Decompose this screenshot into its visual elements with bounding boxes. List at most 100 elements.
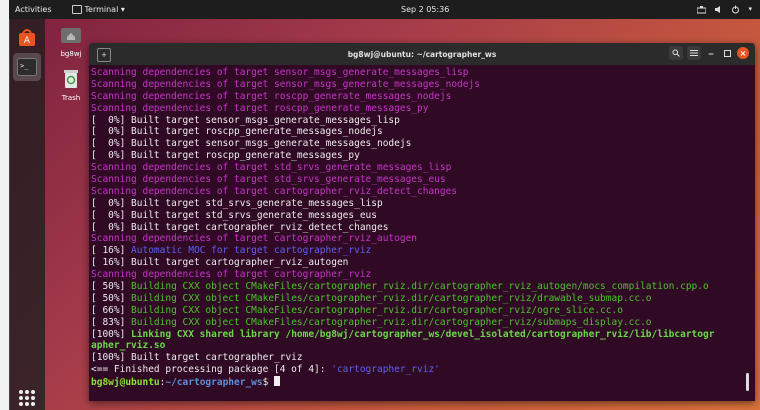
scrollbar-thumb[interactable] — [746, 373, 749, 391]
terminal-line: Scanning dependencies of target std_srvs… — [91, 162, 747, 174]
minimize-button[interactable]: ‒ — [705, 47, 717, 59]
clock[interactable]: Sep 2 05:36 — [401, 5, 449, 14]
grid-dot-icon — [19, 396, 23, 400]
terminal-line-text: Scanning dependencies of target std_srvs… — [91, 162, 452, 174]
maximize-button[interactable] — [721, 47, 733, 59]
grid-dot-icon — [19, 390, 23, 394]
volume-icon — [715, 6, 721, 13]
svg-text:A: A — [24, 36, 31, 46]
terminal-line-text: Scanning dependencies of target cartogra… — [91, 233, 418, 245]
terminal-line-text: Building CXX object CMakeFiles/cartograp… — [131, 316, 652, 328]
terminal-line: [ 0%] Built target std_srvs_generate_mes… — [91, 210, 747, 222]
terminal-line-text: [ 0%] Built target cartographer_rviz_det… — [91, 221, 389, 233]
progress-prefix: [ 83%] — [91, 316, 132, 328]
menu-button[interactable] — [687, 46, 701, 60]
terminal-line: [100%] Linking CXX shared library /home/… — [91, 329, 747, 341]
search-button[interactable] — [669, 46, 683, 60]
terminal-line: [ 0%] Built target sensor_msgs_generate_… — [91, 115, 747, 127]
dock-terminal[interactable]: >_ — [13, 53, 41, 81]
terminal-line: Scanning dependencies of target cartogra… — [91, 186, 747, 198]
terminal-line: [ 0%] Built target roscpp_generate_messa… — [91, 150, 747, 162]
progress-prefix: [ 16%] — [91, 245, 132, 257]
trash-label: Trash — [61, 94, 81, 102]
progress-prefix: [ 66%] — [91, 304, 132, 316]
terminal-line: [ 0%] Built target std_srvs_generate_mes… — [91, 198, 747, 210]
terminal-line-text: Scanning dependencies of target std_srvs… — [91, 174, 446, 186]
grid-dot-icon — [19, 402, 23, 406]
top-bar: Activities Terminal ▾ Sep 2 05:36 ▾ — [9, 0, 760, 19]
terminal-window[interactable]: + bg8wj@ubuntu: ~/cartographer_ws ‒ × Sc… — [89, 43, 755, 401]
terminal-app-icon — [71, 5, 82, 14]
terminal-line: [ 0%] Built target roscpp_generate_messa… — [91, 126, 747, 138]
desktop-home-folder[interactable]: bg8wj — [53, 24, 89, 58]
terminal-line: Scanning dependencies of target cartogra… — [91, 233, 747, 245]
terminal-output[interactable]: Scanning dependencies of target sensor_m… — [91, 67, 747, 388]
terminal-line: [100%] Built target cartographer_rviz — [91, 352, 747, 364]
new-tab-icon[interactable]: + — [97, 48, 111, 62]
terminal-line-text: Linking CXX shared library /home/bg8wj/c… — [131, 328, 715, 340]
window-title: bg8wj@ubuntu: ~/cartographer_ws — [347, 49, 497, 59]
terminal-line: [ 50%] Building CXX object CMakeFiles/ca… — [91, 293, 747, 305]
dock: A >_ — [9, 19, 45, 410]
system-menu-arrow-icon: ▾ — [748, 5, 752, 13]
terminal-line-text: Scanning dependencies of target cartogra… — [91, 269, 372, 281]
software-bag-icon: A — [19, 29, 35, 46]
grid-dot-icon — [25, 396, 29, 400]
svg-text:>_: >_ — [20, 62, 29, 70]
grid-dot-icon — [25, 390, 29, 394]
package-name: 'cartographer_rviz' — [331, 364, 440, 376]
terminal-line: apher_rviz.so — [91, 340, 747, 352]
terminal-line: [ 50%] Building CXX object CMakeFiles/ca… — [91, 281, 747, 293]
terminal-line-text: [ 0%] Built target std_srvs_generate_mes… — [91, 209, 377, 221]
show-applications-button[interactable] — [19, 390, 35, 406]
window-titlebar[interactable]: + bg8wj@ubuntu: ~/cartographer_ws ‒ × — [89, 43, 755, 65]
terminal-icon: >_ — [17, 58, 37, 76]
terminal-line-text: Building CXX object CMakeFiles/cartograp… — [131, 281, 709, 293]
trash-icon — [64, 70, 78, 88]
terminal-line-text: apher_rviz.so — [91, 340, 166, 352]
terminal-line-text: Building CXX object CMakeFiles/cartograp… — [131, 304, 623, 316]
terminal-line: Scanning dependencies of target roscpp_g… — [91, 103, 747, 115]
terminal-line: <== Finished processing package [4 of 4]… — [91, 364, 747, 376]
terminal-prompt[interactable]: bg8wj@ubuntu:~/cartographer_ws$ — [91, 376, 747, 388]
dock-software-center[interactable]: A — [13, 23, 41, 51]
terminal-line-text: [ 0%] Built target std_srvs_generate_mes… — [91, 197, 383, 209]
close-button[interactable]: × — [737, 47, 749, 59]
grid-dot-icon — [25, 402, 29, 406]
grid-dot-icon — [31, 396, 35, 400]
terminal-line-text: [ 0%] Built target roscpp_generate_messa… — [91, 150, 360, 162]
power-icon — [732, 5, 740, 14]
prompt-path: ~/cartographer_ws — [165, 377, 263, 389]
app-menu[interactable]: Terminal ▾ — [71, 5, 125, 14]
progress-prefix: [ 50%] — [91, 292, 132, 304]
activities-button[interactable]: Activities — [15, 5, 52, 14]
terminal-line: [ 66%] Building CXX object CMakeFiles/ca… — [91, 305, 747, 317]
terminal-line: Scanning dependencies of target roscpp_g… — [91, 91, 747, 103]
terminal-line: [ 16%] Built target cartographer_rviz_au… — [91, 257, 747, 269]
desktop-trash[interactable]: Trash — [53, 68, 89, 102]
terminal-line: [ 0%] Built target sensor_msgs_generate_… — [91, 138, 747, 150]
terminal-line-text: Automatic MOC for target cartographer_rv… — [131, 245, 372, 257]
terminal-line-text: [ 16%] Built target cartographer_rviz_au… — [91, 257, 349, 269]
terminal-line: [ 83%] Building CXX object CMakeFiles/ca… — [91, 317, 747, 329]
system-tray[interactable]: ▾ — [697, 5, 752, 14]
terminal-line-text: [ 0%] Built target sensor_msgs_generate_… — [91, 114, 400, 126]
terminal-line-text: Scanning dependencies of target roscpp_g… — [91, 102, 429, 114]
terminal-line: Scanning dependencies of target cartogra… — [91, 269, 747, 281]
terminal-line: Scanning dependencies of target sensor_m… — [91, 67, 747, 79]
hamburger-icon — [690, 50, 698, 56]
terminal-line-text: Scanning dependencies of target sensor_m… — [91, 78, 480, 90]
terminal-line-text: Scanning dependencies of target roscpp_g… — [91, 90, 452, 102]
progress-prefix: [100%] — [91, 328, 132, 340]
grid-dot-icon — [31, 390, 35, 394]
text-cursor — [274, 376, 281, 387]
close-icon: × — [739, 48, 747, 58]
prompt-symbol: $ — [262, 377, 275, 389]
terminal-line-text: Scanning dependencies of target sensor_m… — [91, 67, 469, 78]
prompt-user: bg8wj@ubuntu — [91, 377, 160, 389]
terminal-line-text: [ 0%] Built target roscpp_generate_messa… — [91, 126, 383, 138]
terminal-line-text: <== Finished processing package [4 of 4]… — [91, 364, 332, 376]
terminal-line: [ 16%] Automatic MOC for target cartogra… — [91, 245, 747, 257]
network-icon — [697, 6, 707, 14]
maximize-icon — [723, 49, 731, 57]
